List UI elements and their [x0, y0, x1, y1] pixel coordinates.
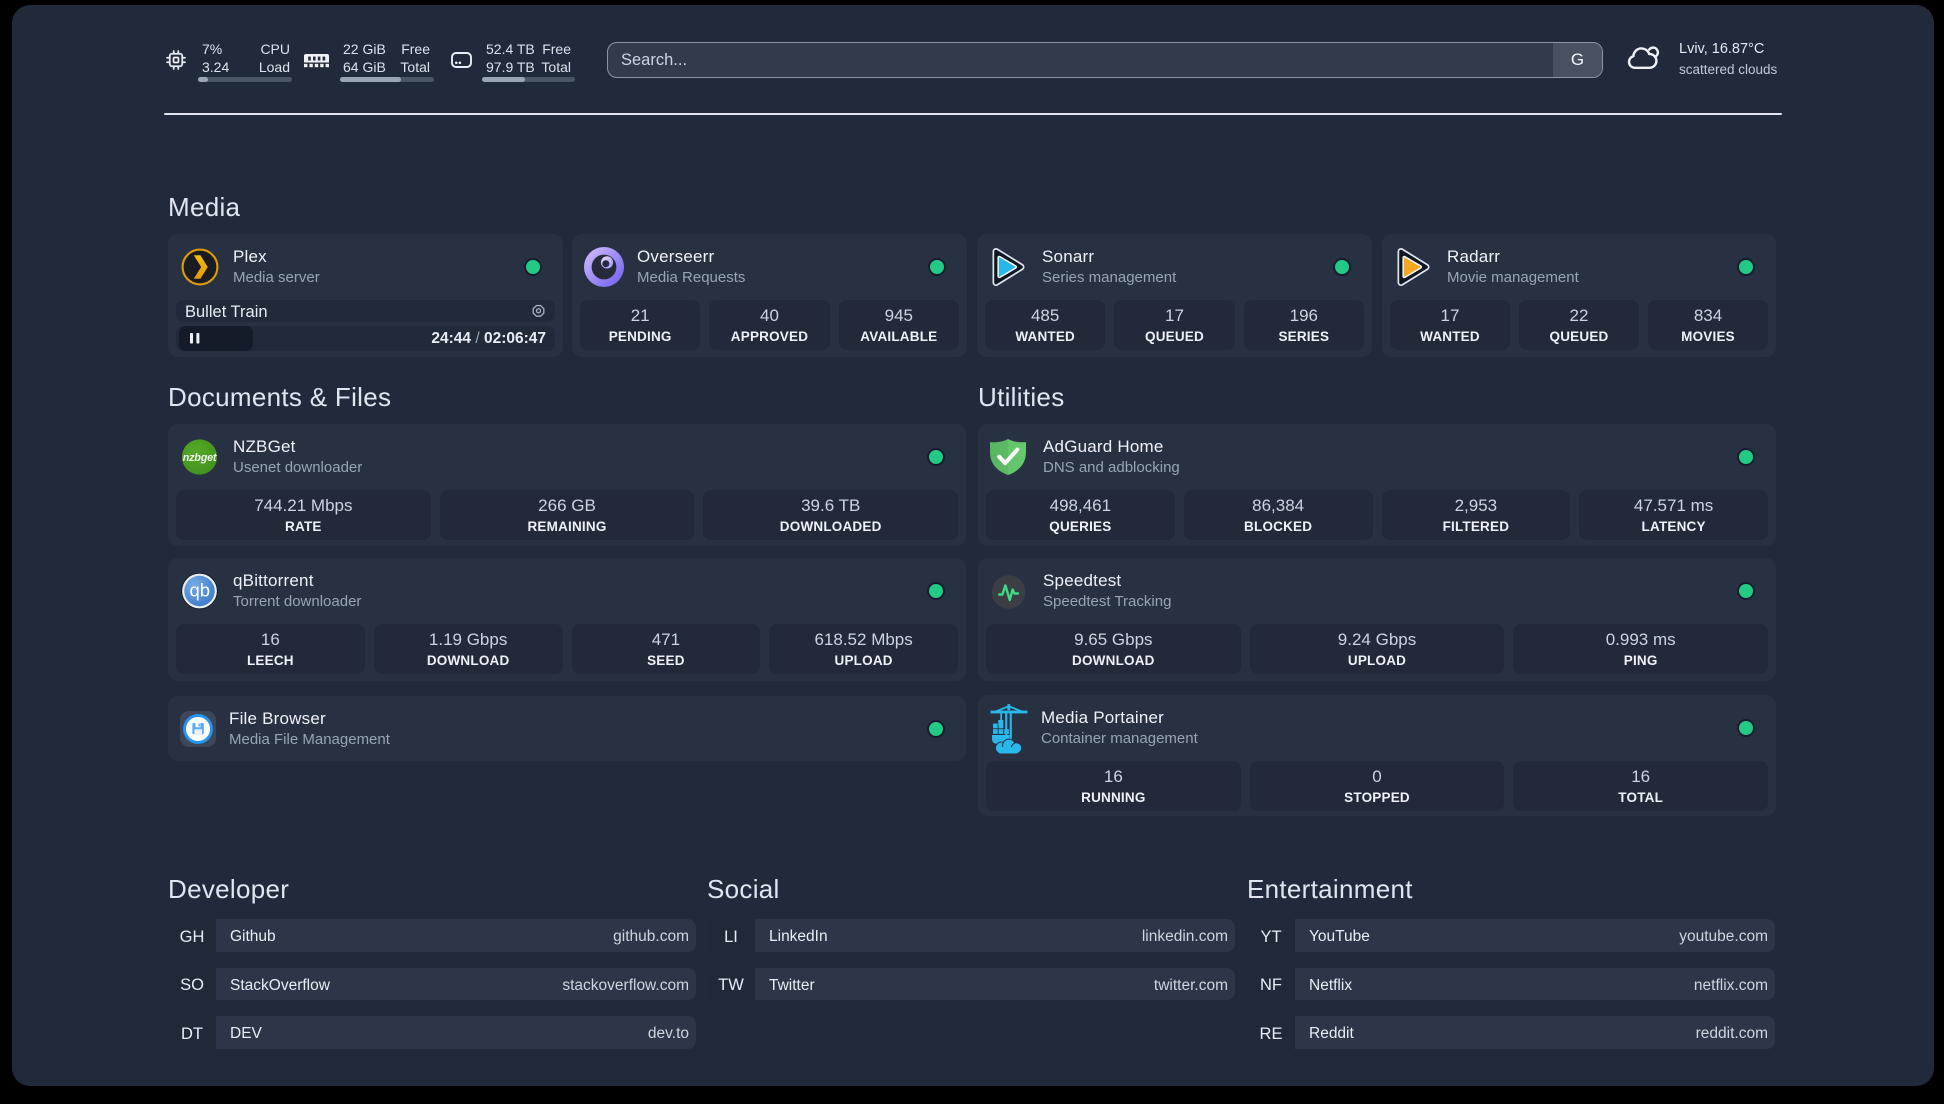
svg-text:qb: qb — [190, 580, 211, 601]
svg-text:nzbget: nzbget — [183, 452, 217, 464]
